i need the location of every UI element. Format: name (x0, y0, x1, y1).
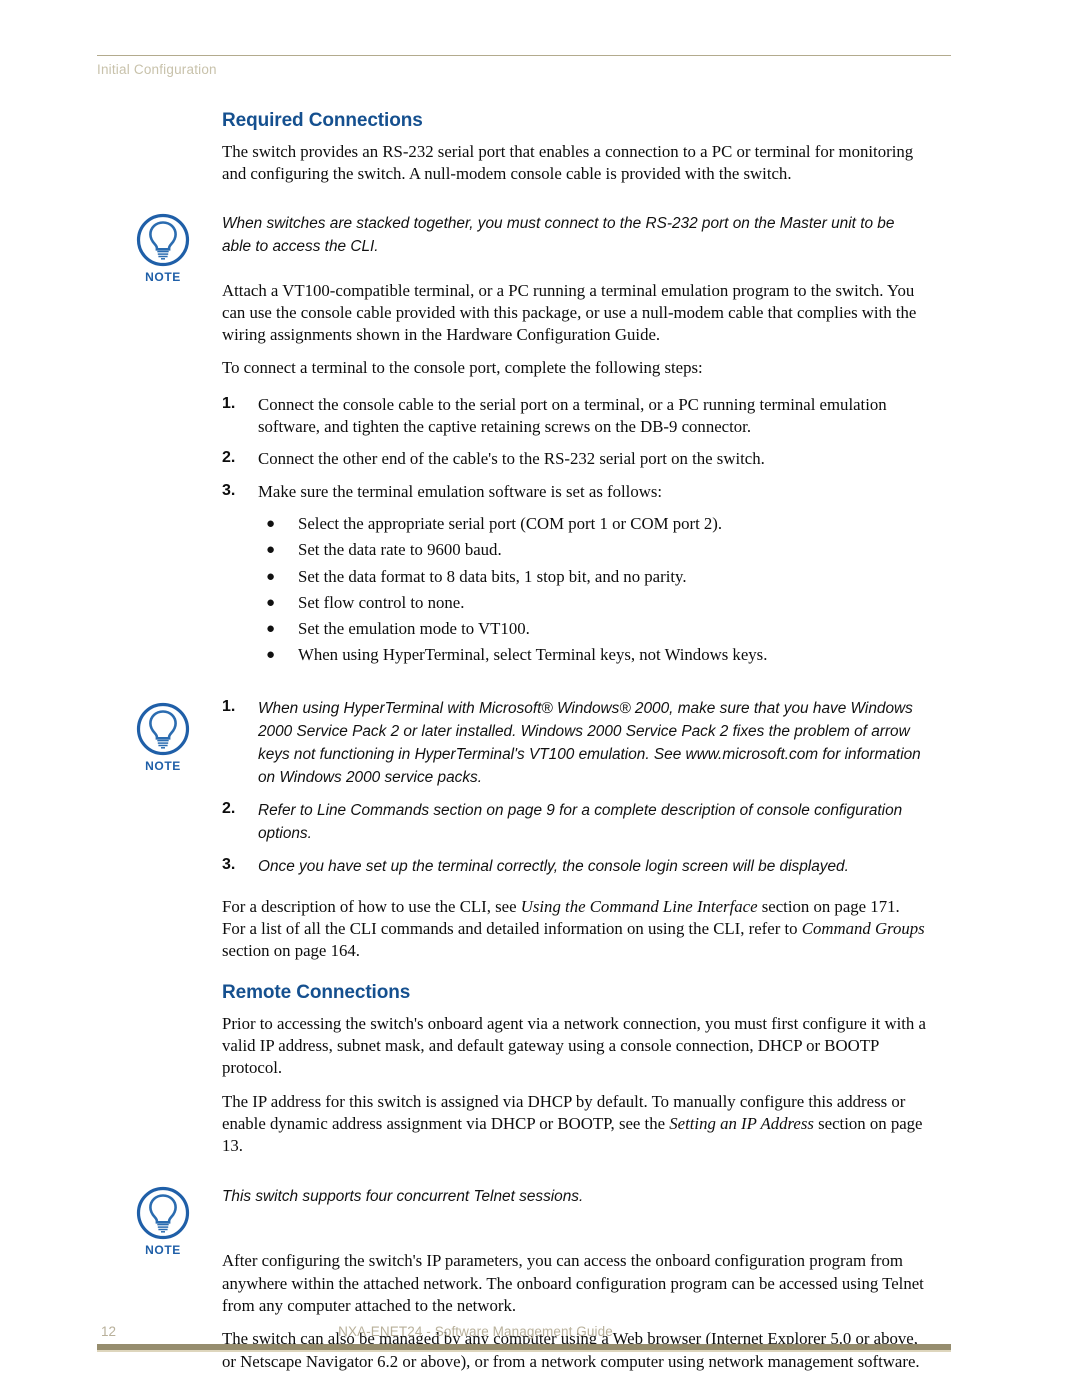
paragraph-connect-steps-intro: To connect a terminal to the console por… (222, 358, 703, 378)
bullet-text: Set the emulation mode to VT100. (298, 619, 530, 639)
lightbulb-note-icon (136, 702, 190, 755)
note-icon-1: NOTE (126, 212, 200, 284)
note-icon-3: NOTE (126, 1185, 200, 1257)
step-text: Connect the console cable to the serial … (258, 394, 887, 437)
paragraph-cli-crossref: For a description of how to use the CLI,… (222, 896, 926, 963)
remote2-italic-1: Setting an IP Address (669, 1113, 814, 1133)
paragraph-remote-2: The IP address for this switch is assign… (222, 1091, 926, 1158)
note-step-number: 1. (222, 697, 236, 715)
running-head: Initial Configuration (97, 62, 217, 77)
bullet-icon: ● (266, 568, 276, 585)
list-item: ● Set the data rate to 9600 baud. (222, 539, 926, 561)
bullet-text: Set the data rate to 9600 baud. (298, 540, 502, 560)
list-item: ● When using HyperTerminal, select Termi… (222, 644, 926, 666)
section-heading-remote-connections: Remote Connections (222, 981, 411, 1003)
list-item: 2. Connect the other end of the cable's … (222, 448, 926, 470)
step-number: 3. (222, 481, 236, 499)
document-page: Initial Configuration Required Connectio… (0, 0, 1080, 1397)
paragraph-required-intro: The switch provides an RS-232 serial por… (222, 142, 914, 184)
paragraph-remote-3: After configuring the switch's IP parame… (222, 1251, 924, 1316)
bullet-text: Select the appropriate serial port (COM … (298, 513, 723, 533)
note-step-number: 3. (222, 855, 236, 873)
paragraph-attach-vt100: Attach a VT100-compatible terminal, or a… (222, 280, 917, 345)
list-item: ● Select the appropriate serial port (CO… (222, 513, 926, 535)
crossref-italic-2: Command Groups (801, 919, 925, 939)
note-block-3: NOTE This switch supports four concurren… (136, 1185, 926, 1257)
bullet-icon: ● (266, 515, 276, 532)
note-icon-label: NOTE (145, 1243, 181, 1258)
step-text: Connect the other end of the cable's to … (258, 449, 765, 469)
note-numbered-list: 1. When using HyperTerminal with Microso… (222, 697, 926, 878)
crossref-part-3: section on page 164. (222, 941, 360, 961)
note-text-1: When switches are stacked together, you … (222, 214, 895, 255)
bullet-text: Set flow control to none. (298, 592, 465, 612)
bullet-icon: ● (266, 594, 276, 611)
note-block-1: NOTE When switches are stacked together,… (136, 212, 926, 284)
list-item: ● Set the data format to 8 data bits, 1 … (222, 566, 926, 588)
bullet-icon: ● (266, 542, 276, 559)
page-title: Required Connections (222, 110, 423, 131)
note-step-number: 2. (222, 799, 236, 817)
lightbulb-note-icon (136, 1187, 190, 1240)
page-content: Required Connections The switch provides… (136, 110, 926, 1384)
note-text-3: This switch supports four concurrent Tel… (222, 1188, 584, 1206)
list-item: 1. Connect the console cable to the seri… (222, 394, 926, 439)
bullet-text: Set the data format to 8 data bits, 1 st… (298, 566, 687, 586)
paragraph-remote-1: Prior to accessing the switch's onboard … (222, 1013, 926, 1078)
console-steps-list: 1. Connect the console cable to the seri… (222, 394, 926, 503)
footer-rule-light (97, 1350, 951, 1352)
bullet-icon: ● (266, 647, 276, 664)
note-block-2: NOTE 1. When using HyperTerminal with Mi… (136, 697, 926, 878)
note-step-text: Once you have set up the terminal correc… (258, 857, 849, 875)
note-icon-label: NOTE (145, 758, 181, 773)
header-rule (97, 55, 951, 56)
terminal-settings-list: ● Select the appropriate serial port (CO… (222, 513, 926, 667)
lightbulb-note-icon (136, 213, 190, 266)
list-item: ● Set flow control to none. (222, 592, 926, 614)
crossref-part-1: For a description of how to use the CLI,… (222, 896, 521, 916)
list-item: 3. Once you have set up the terminal cor… (222, 855, 926, 878)
step-number: 2. (222, 449, 236, 467)
step-number: 1. (222, 394, 236, 412)
note-step-text: When using HyperTerminal with Microsoft®… (258, 699, 921, 786)
list-item: 2. Refer to Line Commands section on pag… (222, 799, 926, 845)
list-item: 1. When using HyperTerminal with Microso… (222, 697, 926, 789)
crossref-italic-1: Using the Command Line Interface (520, 896, 758, 916)
footer-document-title: NXA-ENET24 - Software Management Guide (338, 1324, 613, 1339)
step-text: Make sure the terminal emulation softwar… (258, 481, 663, 501)
note-icon-label: NOTE (145, 269, 181, 284)
bullet-icon: ● (266, 621, 276, 638)
note-icon-2: NOTE (126, 701, 200, 773)
list-item: ● Set the emulation mode to VT100. (222, 618, 926, 640)
note-step-text: Refer to Line Commands section on page 9… (258, 801, 903, 842)
bullet-text: When using HyperTerminal, select Termina… (298, 645, 768, 665)
list-item: 3. Make sure the terminal emulation soft… (222, 481, 926, 503)
